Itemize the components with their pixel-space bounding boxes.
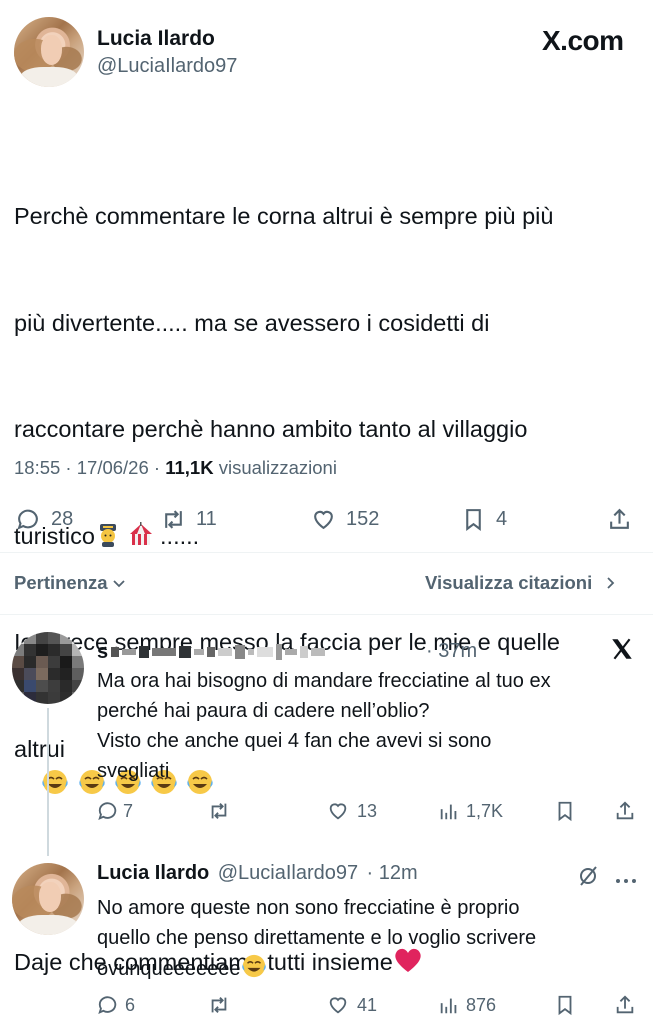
reply-line: Ma ora hai bisogno di mandare frecciatin… xyxy=(97,670,551,692)
reply-author-handle: @LuciaIlardo97 xyxy=(217,862,359,884)
joy-emoji xyxy=(42,770,68,794)
redacted-username[interactable]: s xyxy=(97,640,326,664)
speech-bubble-icon xyxy=(17,509,38,530)
bookmark-button[interactable] xyxy=(554,800,576,822)
like-count: 13 xyxy=(357,800,378,821)
repost-arrows-icon xyxy=(211,803,227,819)
pixelated-avatar[interactable] xyxy=(12,632,84,704)
sort-label: Pertinenza xyxy=(14,572,108,593)
heart-icon xyxy=(329,997,347,1014)
reply-line: Visto che anche quei 4 fan che avevi si … xyxy=(97,730,492,752)
bookmark-icon xyxy=(466,509,481,531)
share-upload-icon xyxy=(610,508,629,529)
reply-text: Ma ora hai bisogno di mandare frecciatin… xyxy=(97,666,642,786)
speech-bubble-icon xyxy=(98,802,117,820)
reply-count: 28 xyxy=(51,508,74,530)
like-count: 152 xyxy=(346,508,380,530)
author-avatar[interactable] xyxy=(14,17,84,87)
views-button[interactable]: 876 xyxy=(438,994,496,1016)
author-avatar[interactable] xyxy=(12,863,84,935)
repost-button[interactable]: 11 xyxy=(161,507,217,532)
view-quotes-label: Visualizza citazioni xyxy=(425,572,593,593)
divider xyxy=(0,614,653,615)
reply-button[interactable]: 7 xyxy=(97,800,133,822)
reply-text: No amore queste non sono frecciatine è p… xyxy=(97,893,642,984)
views-count: 876 xyxy=(466,994,497,1015)
bookmark-button[interactable]: 4 xyxy=(461,507,507,532)
reply-button[interactable]: 28 xyxy=(16,507,73,532)
chevron-down-icon xyxy=(112,580,125,588)
bookmark-icon xyxy=(558,995,572,1016)
reply-count: 7 xyxy=(123,800,134,821)
thread-line xyxy=(47,708,49,856)
share-upload-icon xyxy=(616,801,634,820)
joy-emoji xyxy=(242,954,267,978)
like-button[interactable]: 152 xyxy=(311,507,379,532)
bar-chart-icon xyxy=(440,998,457,1014)
tweet-line: Perchè commentare le corna altrui è semp… xyxy=(14,203,554,229)
brand-label: X.com xyxy=(542,25,624,56)
reply-line: quello che penso direttamente e lo vogli… xyxy=(97,927,537,949)
heart-icon xyxy=(329,803,347,820)
view-quotes-link[interactable]: Visualizza citazioni xyxy=(425,572,618,594)
bookmark-count: 4 xyxy=(496,508,508,530)
reply-author-name: Lucia Ilardo xyxy=(97,862,210,884)
reply-time[interactable]: · 37m xyxy=(426,640,477,663)
bar-chart-icon xyxy=(440,804,457,820)
reply-time[interactable]: · 12m xyxy=(367,862,418,884)
tweet-line: più divertente..... ma se avessero i cos… xyxy=(14,309,490,336)
reply-line: perché hai paura di cadere nell’oblio? xyxy=(97,700,430,722)
views-label: visualizzazioni xyxy=(213,457,337,478)
author-name[interactable]: Lucia Ilardo xyxy=(97,27,215,51)
reply-line: No amore queste non sono frecciatine è p… xyxy=(97,897,520,919)
reply-line: svegliati xyxy=(97,760,170,782)
sort-dropdown[interactable]: Pertinenza xyxy=(14,572,127,594)
more-dots-icon[interactable] xyxy=(614,872,638,890)
views-count: 11,1K xyxy=(165,457,214,478)
speech-bubble-icon xyxy=(98,996,117,1014)
like-count: 41 xyxy=(357,994,378,1015)
bookmark-icon xyxy=(558,801,572,822)
reply-count: 6 xyxy=(125,994,136,1015)
repost-arrows-icon xyxy=(211,997,227,1013)
divider xyxy=(0,552,653,553)
share-button[interactable] xyxy=(607,507,632,532)
share-button[interactable] xyxy=(614,800,636,822)
reply-line-emoji: ovunqueeeeeee xyxy=(97,953,642,984)
reply-author[interactable]: Lucia Ilardo @LuciaIlardo97 · 12m xyxy=(97,862,418,885)
like-button[interactable]: 13 xyxy=(327,800,377,822)
x-logo-icon[interactable] xyxy=(608,636,636,667)
tweet-line: raccontare perchè hanno ambito tanto al … xyxy=(14,416,528,442)
heart-icon xyxy=(314,510,333,530)
share-upload-icon xyxy=(616,995,634,1014)
tweet-meta: 18:55 · 17/06/26 · 11,1K visualizzazioni xyxy=(14,457,337,479)
views-button[interactable]: 1,7K xyxy=(438,800,503,822)
repost-arrows-icon xyxy=(165,510,182,529)
bookmark-button[interactable] xyxy=(554,994,576,1016)
chevron-right-icon xyxy=(607,577,615,589)
author-handle[interactable]: @LuciaIlardo97 xyxy=(97,55,237,78)
tweet-timestamp[interactable]: 18:55 · 17/06/26 · xyxy=(14,457,165,478)
share-button[interactable] xyxy=(614,994,636,1016)
repost-button[interactable] xyxy=(208,994,230,1016)
repost-button[interactable] xyxy=(208,800,230,822)
like-button[interactable]: 41 xyxy=(327,994,377,1016)
grok-slash-icon[interactable] xyxy=(576,864,600,893)
repost-count: 11 xyxy=(196,508,217,530)
views-count: 1,7K xyxy=(466,800,504,821)
reply-button[interactable]: 6 xyxy=(97,994,135,1016)
